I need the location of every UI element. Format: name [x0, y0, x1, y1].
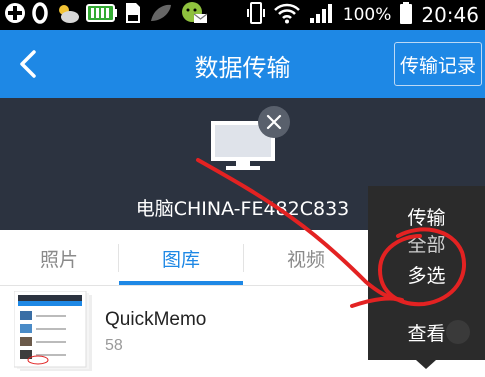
clock: 20:46 [421, 3, 479, 27]
close-icon [266, 114, 282, 130]
battery-icon [399, 1, 413, 29]
tab-gallery[interactable]: 图库 [119, 230, 243, 286]
app-header: 数据传输 传输记录 [0, 30, 485, 98]
active-tab-indicator [119, 281, 243, 285]
status-bar-right-icons: 100% 20:46 [246, 0, 479, 30]
sd-card-icon [124, 1, 142, 29]
signal-icon [309, 2, 335, 28]
wifi-icon [273, 2, 301, 28]
add-icon [4, 2, 26, 28]
menu-handle [446, 320, 470, 344]
smile-mail-icon [180, 1, 208, 29]
leaf-icon [148, 1, 174, 29]
status-bar: 100% 20:46 [0, 0, 485, 30]
popup-pointer [416, 360, 436, 369]
battery-percent: 100% [342, 5, 392, 25]
tab-photos[interactable]: 照片 [0, 230, 118, 286]
disconnect-button[interactable] [258, 106, 290, 138]
weather-icon [54, 1, 80, 29]
menu-item-multi-select[interactable]: 多选 [368, 252, 485, 296]
tab-video[interactable]: 视频 [244, 230, 368, 286]
opera-icon [32, 1, 48, 29]
album-count: 58 [105, 337, 123, 354]
album-thumbnail [13, 290, 94, 373]
vibrate-icon [246, 1, 265, 29]
transfer-record-button[interactable]: 传输记录 [394, 42, 482, 86]
battery-full-icon [86, 3, 118, 27]
album-name: QuickMemo [105, 309, 207, 330]
status-bar-left-icons [4, 2, 208, 28]
